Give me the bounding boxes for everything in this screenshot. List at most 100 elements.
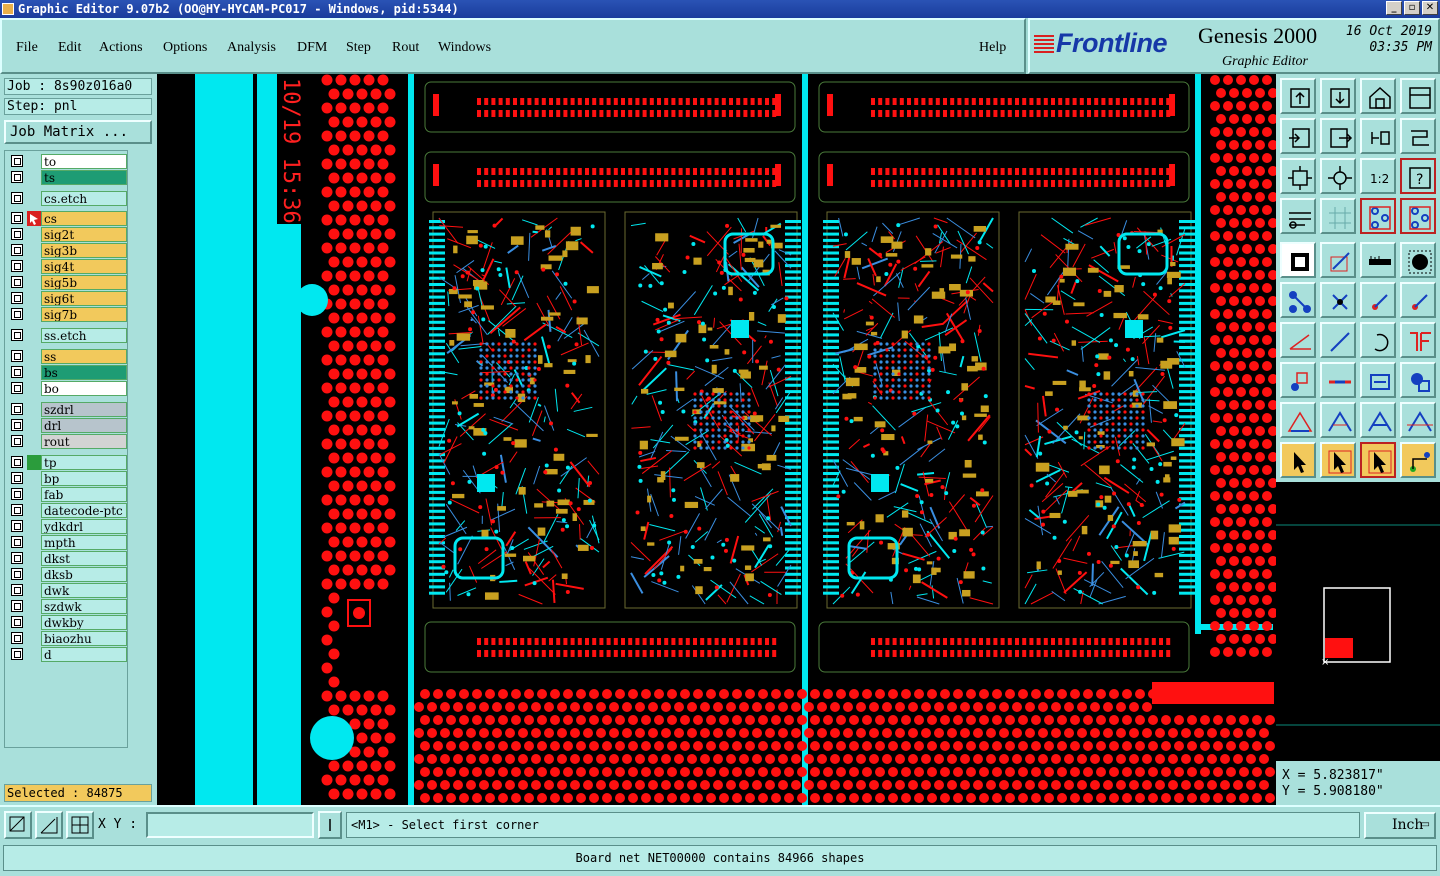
layer-row-sig5b[interactable]: sig5b (7, 275, 127, 290)
layer-checkbox[interactable] (11, 212, 23, 224)
layer-row-sig7b[interactable]: sig7b (7, 307, 127, 322)
ruler-tool[interactable] (1360, 242, 1396, 278)
layer-row-biaozhu[interactable]: biaozhu (7, 631, 127, 646)
menu-help[interactable]: Help (979, 40, 1006, 56)
layer-name[interactable]: drl (41, 418, 127, 433)
select-alt-tool[interactable] (1360, 442, 1396, 478)
layer-checkbox[interactable] (11, 419, 23, 431)
layer-name[interactable]: mpth (41, 535, 127, 550)
layer-name[interactable]: ts (41, 170, 127, 185)
menu-edit[interactable]: Edit (58, 40, 81, 56)
grid-tool[interactable] (1320, 198, 1356, 234)
layer-name[interactable]: cs.etch (41, 191, 127, 206)
layer-checkbox[interactable] (11, 435, 23, 447)
layer-checkbox[interactable] (11, 504, 23, 516)
tree-tool[interactable] (1400, 442, 1436, 478)
cross-tool[interactable] (1320, 282, 1356, 318)
layer-checkbox[interactable] (11, 488, 23, 500)
layer-name[interactable]: dwk (41, 583, 127, 598)
snap-tool[interactable] (1360, 198, 1396, 234)
menu-step[interactable]: Step (346, 40, 371, 56)
layer-checkbox[interactable] (11, 192, 23, 204)
menu-dfm[interactable]: DFM (297, 40, 327, 56)
menu-actions[interactable]: Actions (99, 40, 143, 56)
layer-name[interactable]: bp (41, 471, 127, 486)
graphic-canvas[interactable]: 10/19 15:36 (157, 74, 1276, 805)
home-tool[interactable] (1360, 78, 1396, 114)
layer-row-ts[interactable]: ts (7, 170, 127, 185)
layer-row-sig4t[interactable]: sig4t (7, 259, 127, 274)
close-button[interactable]: ✕ (1422, 1, 1438, 15)
layer-name[interactable]: sig3b (41, 243, 127, 258)
angle-tool[interactable] (1280, 322, 1316, 358)
arch-line-tool[interactable] (1400, 402, 1436, 438)
layer-checkbox[interactable] (11, 552, 23, 564)
fit-profile-tool[interactable] (1320, 158, 1356, 194)
line-tool[interactable] (1320, 242, 1356, 278)
zoom-box-button[interactable] (4, 811, 32, 839)
layer-row-fab[interactable]: fab (7, 487, 127, 502)
layer-name[interactable]: sig7b (41, 307, 127, 322)
layer-name[interactable]: ss (41, 349, 127, 364)
layer-row-d[interactable]: d (7, 647, 127, 662)
minus-tool[interactable] (1320, 362, 1356, 398)
link-tool[interactable] (1360, 282, 1396, 318)
layer-checkbox[interactable] (11, 228, 23, 240)
overview-map[interactable]: × (1276, 480, 1440, 761)
snap-all-tool[interactable] (1400, 198, 1436, 234)
layer-checkbox[interactable] (11, 616, 23, 628)
layer-row-bp[interactable]: bp (7, 471, 127, 486)
layer-checkbox[interactable] (11, 584, 23, 596)
layer-row-cs[interactable]: cs (7, 211, 127, 226)
pcb-view[interactable]: 10/19 15:36 (157, 74, 1276, 805)
layer-row-bs[interactable]: bs (7, 365, 127, 380)
layer-name[interactable]: bs (41, 365, 127, 380)
move-tool[interactable] (1280, 362, 1316, 398)
layer-row-dwkby[interactable]: dwkby (7, 615, 127, 630)
layer-name[interactable]: dksb (41, 567, 127, 582)
fill-tool[interactable] (1400, 242, 1436, 278)
layer-name[interactable]: cs (41, 211, 127, 226)
window-tool[interactable] (1400, 78, 1436, 114)
layer-row-tp[interactable]: tp (7, 455, 127, 470)
arc-tool[interactable] (1360, 322, 1396, 358)
select-tool[interactable] (1320, 442, 1356, 478)
layer-name[interactable]: fab (41, 487, 127, 502)
zoom-out-tool[interactable] (1320, 118, 1356, 154)
layer-checkbox[interactable] (11, 366, 23, 378)
unit-selector[interactable]: Inch ▭ (1364, 812, 1436, 839)
layer-row-ydkdrl[interactable]: ydkdrl (7, 519, 127, 534)
layer-name[interactable]: szdwk (41, 599, 127, 614)
layer-row-ss.etch[interactable]: ss.etch (7, 328, 127, 343)
pad-tool[interactable] (1280, 242, 1316, 278)
layer-row-sig2t[interactable]: sig2t (7, 227, 127, 242)
layer-row-mpth[interactable]: mpth (7, 535, 127, 550)
menu-options[interactable]: Options (163, 40, 207, 56)
layer-checkbox[interactable] (11, 260, 23, 272)
layer-row-cs.etch[interactable]: cs.etch (7, 191, 127, 206)
layer-name[interactable]: ss.etch (41, 328, 127, 343)
fit-screen-tool[interactable] (1280, 158, 1316, 194)
triangle-line-tool[interactable] (1320, 402, 1356, 438)
layer-row-dwk[interactable]: dwk (7, 583, 127, 598)
layer-checkbox[interactable] (11, 244, 23, 256)
layer-row-sig6t[interactable]: sig6t (7, 291, 127, 306)
layer-name[interactable]: szdrl (41, 402, 127, 417)
measure-tool[interactable] (1280, 198, 1316, 234)
layer-checkbox[interactable] (11, 648, 23, 660)
link-alt-tool[interactable] (1400, 282, 1436, 318)
layer-checkbox[interactable] (11, 276, 23, 288)
grid-button[interactable] (66, 811, 94, 839)
layer-name[interactable]: dkst (41, 551, 127, 566)
job-matrix-button[interactable]: Job Matrix ... (4, 120, 152, 144)
dimension-tool[interactable] (1360, 362, 1396, 398)
layer-name[interactable]: dwkby (41, 615, 127, 630)
layer-name[interactable]: bo (41, 381, 127, 396)
layer-row-dksb[interactable]: dksb (7, 567, 127, 582)
layer-name[interactable]: tp (41, 455, 127, 470)
layer-checkbox[interactable] (11, 568, 23, 580)
layer-checkbox[interactable] (11, 456, 23, 468)
layer-row-rout[interactable]: rout (7, 434, 127, 449)
layer-checkbox[interactable] (11, 536, 23, 548)
layer-checkbox[interactable] (11, 292, 23, 304)
